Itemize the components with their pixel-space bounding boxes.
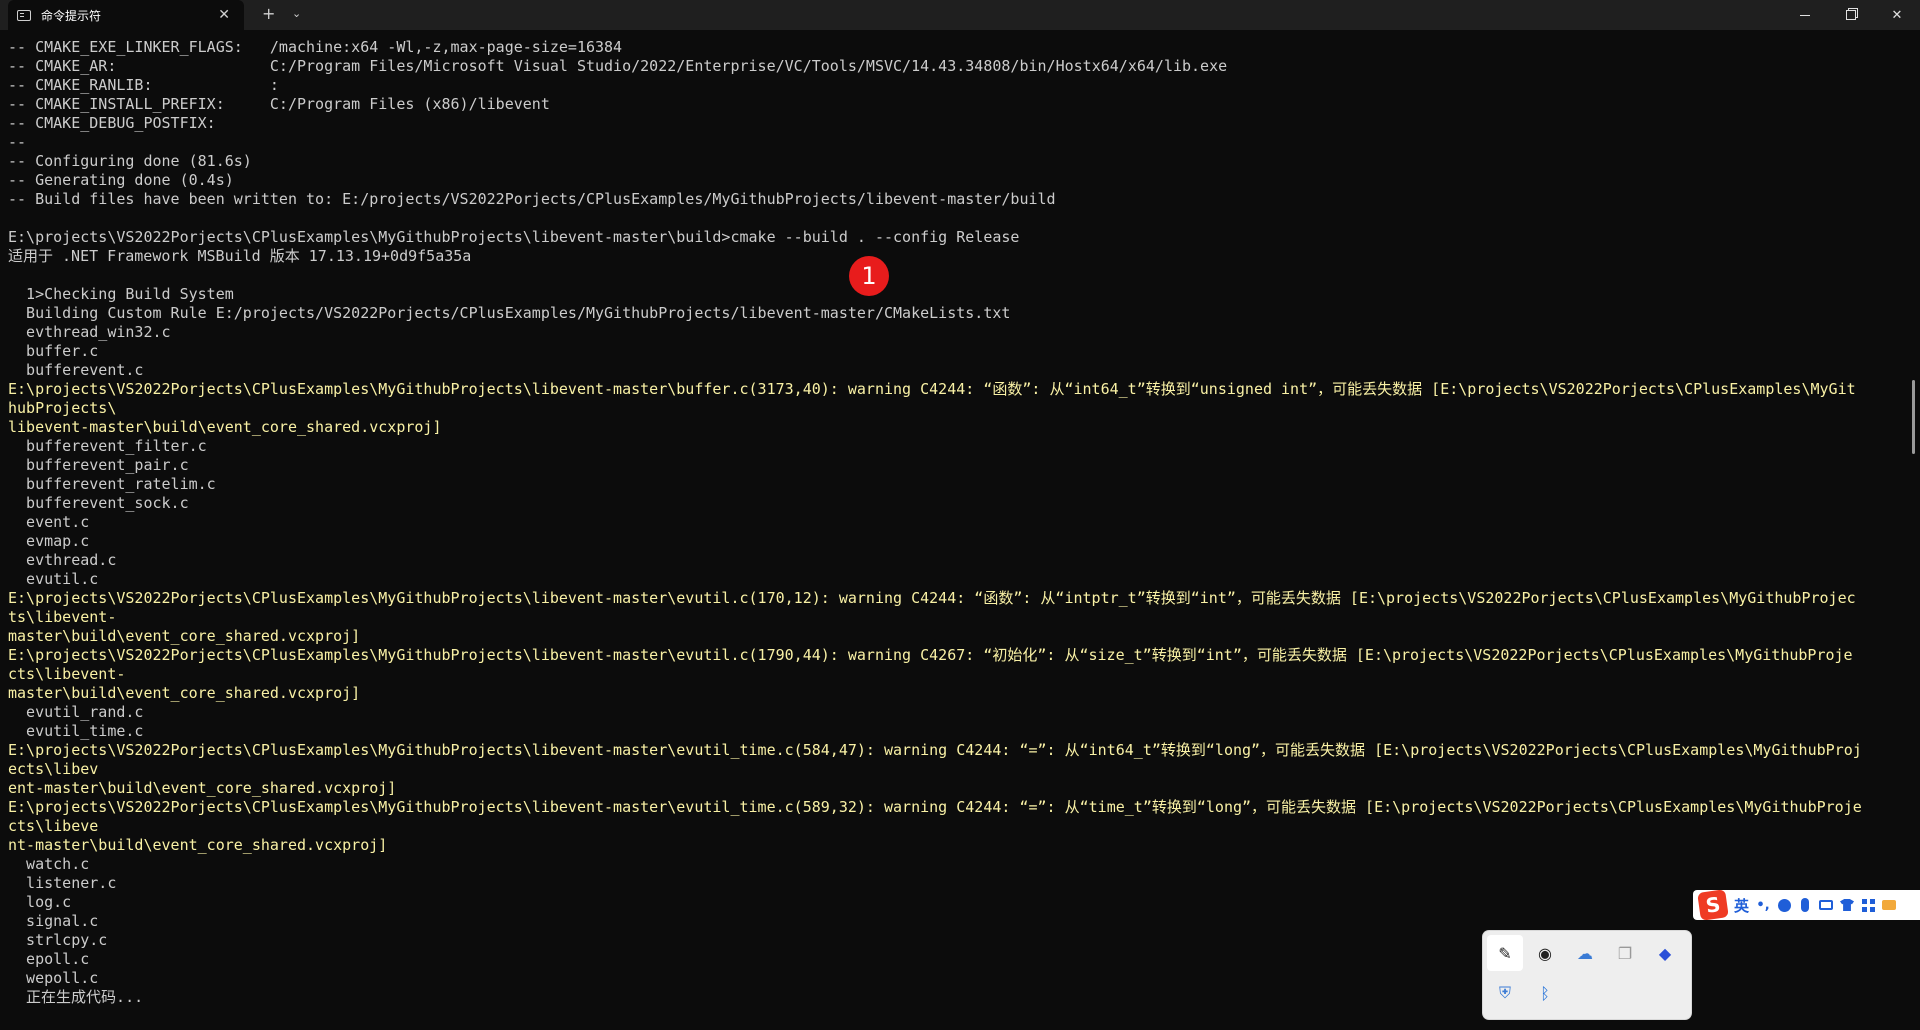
- warning-line: master\build\event_core_shared.vcxproj]: [8, 627, 361, 645]
- close-window-button[interactable]: ✕: [1874, 0, 1920, 30]
- warning-line: master\build\event_core_shared.vcxproj]: [8, 684, 361, 702]
- toolbox-icon[interactable]: [1861, 898, 1875, 912]
- output-line: -- CMAKE_INSTALL_PREFIX: C:/Program File…: [8, 95, 550, 113]
- new-tab-button[interactable]: +: [262, 6, 275, 22]
- warning-line: libevent-master\build\event_core_shared.…: [8, 418, 442, 436]
- warning-line: ent-master\build\event_core_shared.vcxpr…: [8, 779, 397, 797]
- bluetooth-icon-glyph: ᛒ: [1540, 983, 1550, 1003]
- app-circle-icon-glyph: ◆: [1658, 943, 1672, 963]
- output-line: -- Build files have been written to: E:/…: [8, 190, 1056, 208]
- terminal-scrollbar[interactable]: [1912, 380, 1915, 454]
- security-shield-icon[interactable]: ⛨: [1487, 975, 1523, 1011]
- output-line: bufferevent_ratelim.c: [8, 475, 216, 493]
- warning-line: nt-master\build\event_core_shared.vcxpro…: [8, 836, 388, 854]
- output-line: 适用于 .NET Framework MSBuild 版本 17.13.19+0…: [8, 247, 472, 265]
- minimize-button[interactable]: [1782, 0, 1828, 30]
- output-line: watch.c: [8, 855, 90, 873]
- output-line: bufferevent_pair.c: [8, 456, 189, 474]
- cloud-sync-icon[interactable]: ☁: [1567, 935, 1603, 971]
- output-line: evmap.c: [8, 532, 90, 550]
- warning-line: E:\projects\VS2022Porjects\CPlusExamples…: [8, 589, 1856, 607]
- security-shield-icon-glyph: ⛨: [1498, 983, 1511, 1002]
- pen-tool-icon[interactable]: ✎: [1487, 935, 1523, 971]
- window-copy-icon-glyph: ❐: [1617, 943, 1633, 963]
- output-line: E:\projects\VS2022Porjects\CPlusExamples…: [8, 228, 1020, 246]
- warning-line: ts\libevent-: [8, 608, 117, 626]
- bluetooth-icon[interactable]: ᛒ: [1527, 975, 1563, 1011]
- tray-overflow-popup: ✎ ◉ ☁ ❐ ◆ ⛨ ᛒ: [1483, 931, 1691, 1019]
- ime-language-toggle[interactable]: 英: [1734, 895, 1749, 916]
- cloud-sync-icon-glyph: ☁: [1577, 943, 1593, 963]
- output-line: signal.c: [8, 912, 99, 930]
- tab-title: 命令提示符: [41, 8, 102, 23]
- maximize-button[interactable]: [1828, 0, 1874, 30]
- output-line: -- Configuring done (81.6s): [8, 152, 252, 170]
- output-line: evutil_rand.c: [8, 703, 144, 721]
- emoji-icon[interactable]: [1777, 898, 1791, 912]
- output-line: 1>Checking Build System: [8, 285, 234, 303]
- warning-line: cts\libeve: [8, 817, 99, 835]
- output-line: buffer.c: [8, 342, 99, 360]
- warning-line: E:\projects\VS2022Porjects\CPlusExamples…: [8, 798, 1862, 816]
- ime-toolbar: S 英 •,: [1693, 889, 1920, 921]
- warning-line: hubProjects\: [8, 399, 117, 417]
- warning-line: cts\libevent-: [8, 665, 126, 683]
- output-line: --: [8, 133, 27, 151]
- output-line: bufferevent.c: [8, 361, 144, 379]
- output-line: evutil.c: [8, 570, 99, 588]
- terminal-icon: [17, 9, 31, 21]
- output-line: -- CMAKE_AR: C:/Program Files/Microsoft …: [8, 57, 1228, 75]
- output-line: log.c: [8, 893, 72, 911]
- skin-icon[interactable]: [1840, 898, 1855, 912]
- warning-line: ects\libev: [8, 760, 99, 778]
- keyboard-icon[interactable]: [1819, 898, 1834, 912]
- tab-close-button[interactable]: ✕: [218, 7, 230, 23]
- output-line: listener.c: [8, 874, 117, 892]
- output-line: evthread_win32.c: [8, 323, 171, 341]
- output-line: Building Custom Rule E:/projects/VS2022P…: [8, 304, 1011, 322]
- output-line: bufferevent_sock.c: [8, 494, 189, 512]
- output-line: -- CMAKE_EXE_LINKER_FLAGS: /machine:x64 …: [8, 38, 623, 56]
- output-line: evthread.c: [8, 551, 117, 569]
- title-bar: 命令提示符 ✕ + ⌄ ✕: [0, 0, 1920, 30]
- sogou-logo-icon[interactable]: S: [1697, 889, 1729, 921]
- output-line: -- Generating done (0.4s): [8, 171, 234, 189]
- output-line: -- CMAKE_RANLIB: :: [8, 76, 279, 94]
- warning-line: E:\projects\VS2022Porjects\CPlusExamples…: [8, 741, 1862, 759]
- window-copy-icon[interactable]: ❐: [1607, 935, 1643, 971]
- output-line: event.c: [8, 513, 90, 531]
- terminal-output[interactable]: -- CMAKE_EXE_LINKER_FLAGS: /machine:x64 …: [8, 38, 1888, 1028]
- punctuation-icon[interactable]: •,: [1756, 898, 1770, 913]
- output-line: evutil_time.c: [8, 722, 144, 740]
- warning-line: E:\projects\VS2022Porjects\CPlusExamples…: [8, 380, 1856, 398]
- steam-icon-glyph: ◉: [1538, 943, 1552, 963]
- app-circle-icon[interactable]: ◆: [1647, 935, 1683, 971]
- pen-tool-icon-glyph: ✎: [1498, 943, 1512, 963]
- tab-dropdown-button[interactable]: ⌄: [292, 7, 301, 20]
- annotation-marker: 1: [849, 256, 889, 296]
- microphone-icon[interactable]: [1798, 898, 1812, 912]
- steam-icon[interactable]: ◉: [1527, 935, 1563, 971]
- output-line: -- CMAKE_DEBUG_POSTFIX:: [8, 114, 216, 132]
- output-line: bufferevent_filter.c: [8, 437, 207, 455]
- warning-line: E:\projects\VS2022Porjects\CPlusExamples…: [8, 646, 1853, 664]
- ime-extra-icon[interactable]: [1882, 898, 1897, 912]
- terminal-tab[interactable]: 命令提示符 ✕: [8, 0, 244, 30]
